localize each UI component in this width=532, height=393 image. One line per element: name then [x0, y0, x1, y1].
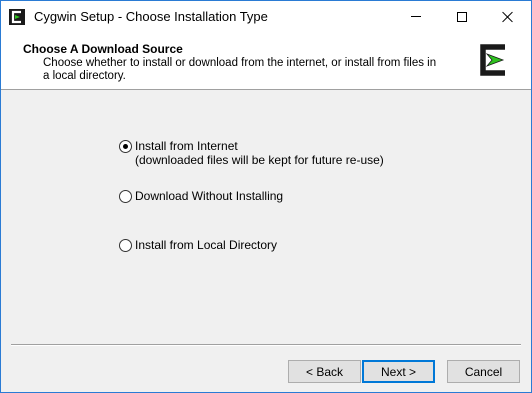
- cancel-button[interactable]: Cancel: [447, 360, 520, 383]
- close-icon: [502, 11, 514, 23]
- option-label: Download Without Installing: [135, 189, 284, 203]
- back-button[interactable]: < Back: [288, 360, 361, 383]
- next-button[interactable]: Next >: [362, 360, 435, 383]
- maximize-button[interactable]: [439, 1, 485, 32]
- cygwin-icon: [9, 9, 25, 25]
- minimize-button[interactable]: [393, 1, 439, 32]
- title-bar[interactable]: Cygwin Setup - Choose Installation Type: [1, 1, 531, 32]
- cygwin-logo: [480, 44, 505, 76]
- minimize-icon: [411, 16, 421, 17]
- option-install-from-internet[interactable]: Install from Internet (downloaded files …: [119, 139, 384, 167]
- option-download-without-installing[interactable]: Download Without Installing: [119, 189, 283, 203]
- close-button[interactable]: [485, 1, 531, 32]
- option-label: Install from Internet: [135, 139, 238, 153]
- maximize-icon: [457, 11, 467, 22]
- radio-install-from-internet[interactable]: [119, 140, 132, 153]
- radio-download-without-installing[interactable]: [119, 190, 132, 203]
- radio-install-from-local-directory[interactable]: [119, 239, 132, 252]
- option-label: Install from Local Directory: [135, 238, 278, 252]
- page-title: Choose A Download Source: [23, 42, 183, 56]
- bottom-divider: [11, 344, 521, 346]
- page-description: Choose whether to install or download fr…: [43, 57, 437, 82]
- option-sublabel: (downloaded files will be kept for futur…: [135, 153, 384, 167]
- window-title: Cygwin Setup - Choose Installation Type: [34, 9, 268, 24]
- page-header: Choose A Download Source Choose whether …: [1, 32, 531, 90]
- setup-window: Cygwin Setup - Choose Installation Type …: [0, 0, 532, 393]
- option-install-from-local-directory[interactable]: Install from Local Directory: [119, 238, 277, 252]
